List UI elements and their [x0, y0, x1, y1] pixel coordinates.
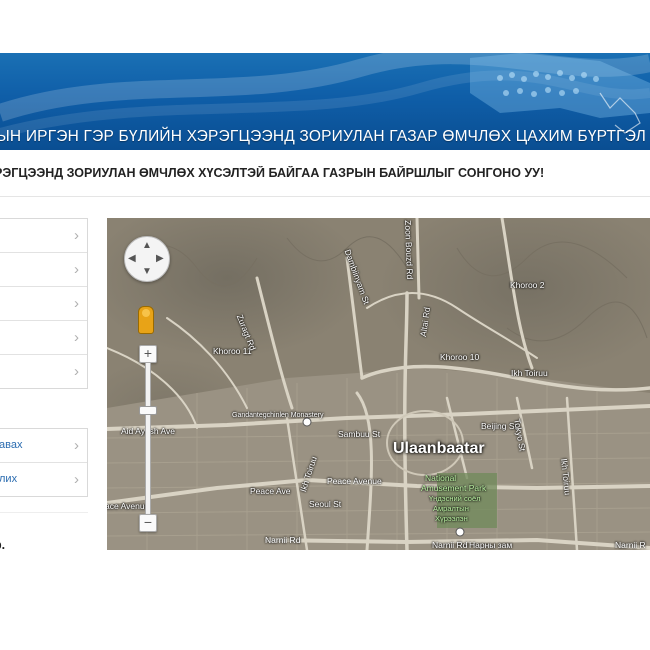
map-label-ace-avenue: ace Avenue: [107, 501, 150, 511]
site-title: ЫН ИРГЭН ГЭР БҮЛИЙН ХЭРЭГЦЭЭНД ЗОРИУЛАН …: [0, 128, 646, 145]
map-label-city: Ulaanbaatar: [393, 440, 485, 457]
map-label-narnii-zam: Нарны зам: [469, 540, 513, 550]
sidebar-link-label: авах: [0, 439, 23, 451]
map-label-narnii-rd-mid: Narnii Rd: [432, 540, 468, 550]
map-label-amusement-3: Үндэсний соёл: [429, 494, 481, 503]
pan-right-icon[interactable]: ▶: [156, 254, 164, 264]
map-label-peace-ave: Peace Ave: [250, 486, 291, 496]
chevron-right-icon: ›: [74, 295, 79, 312]
map-label-ikh-toiruu: Ikh Toiruu: [511, 368, 548, 378]
sidebar-item[interactable]: ›: [0, 321, 87, 355]
sidebar-link-item[interactable]: лих ›: [0, 463, 87, 496]
map-label-beijing-st: Beijing St: [481, 421, 517, 431]
chevron-right-icon: ›: [74, 261, 79, 278]
page-heading: РЭГЦЭЭНД ЗОРИУЛАН ӨМЧЛӨХ ХҮСЭЛТЭЙ БАЙГАА…: [0, 166, 545, 180]
map-view[interactable]: Khoroo 11 Khoroo 10 Khoroo 2 Ikh Toiruu …: [107, 218, 650, 550]
zoom-slider-handle[interactable]: [139, 406, 157, 415]
sidebar-item[interactable]: ›: [0, 219, 87, 253]
chevron-right-icon: ›: [74, 471, 79, 488]
chevron-right-icon: ›: [74, 329, 79, 346]
map-label-khoroo-11: Khoroo 11: [213, 346, 252, 356]
map-label-peace-avenue: Peace Avenue: [327, 476, 382, 486]
street-view-pegman-icon[interactable]: [138, 306, 154, 334]
chevron-right-icon: ›: [74, 363, 79, 380]
map-label-amusement-1: National: [425, 473, 457, 483]
map-label-khoroo-10: Khoroo 10: [440, 352, 480, 362]
map-label-sambuu-st: Sambuu St: [338, 429, 381, 439]
sidebar-link-label: лих: [0, 473, 18, 485]
sidebar-text: р.: [0, 538, 6, 552]
sidebar-item[interactable]: ›: [0, 355, 87, 388]
zoom-slider-track[interactable]: [145, 362, 151, 515]
sidebar-item[interactable]: ›: [0, 253, 87, 287]
map-label-amusement-4: Амралтын: [433, 504, 469, 513]
heading-divider: [0, 196, 650, 197]
map-label-narnii-rd-right: Narnii R: [615, 540, 646, 550]
pan-down-icon[interactable]: ▼: [142, 267, 152, 277]
sidebar-menu: › › › › ›: [0, 218, 88, 389]
sidebar-link-item[interactable]: авах ›: [0, 429, 87, 463]
map-label-amusement-2: Amusement Park: [421, 483, 487, 493]
map-label-amusement-5: Хүрээлэн: [435, 514, 468, 523]
pan-up-icon[interactable]: ▲: [142, 241, 152, 251]
pan-left-icon[interactable]: ◀: [128, 254, 136, 264]
map-label-seoul-st: Seoul St: [309, 499, 342, 509]
chevron-right-icon: ›: [74, 227, 79, 244]
sidebar-secondary-menu: авах › лих ›: [0, 428, 88, 497]
map-label-monastery: Gandantegchinlen Monastery: [232, 412, 324, 419]
zoom-in-button[interactable]: +: [139, 345, 157, 363]
map-label-khoroo-2: Khoroo 2: [510, 280, 545, 290]
map-pan-control[interactable]: ▲ ▼ ◀ ▶: [124, 236, 170, 282]
sidebar-divider: [0, 512, 88, 513]
zoom-out-button[interactable]: −: [139, 514, 157, 532]
chevron-right-icon: ›: [74, 437, 79, 454]
map-label-narnii-rd-left: Narnii Rd: [265, 535, 301, 545]
sidebar-item[interactable]: ›: [0, 287, 87, 321]
map-terrain: [107, 218, 650, 550]
map-label-zoon-bouzd-rd: Zoon Bouzd Rd: [403, 220, 416, 280]
